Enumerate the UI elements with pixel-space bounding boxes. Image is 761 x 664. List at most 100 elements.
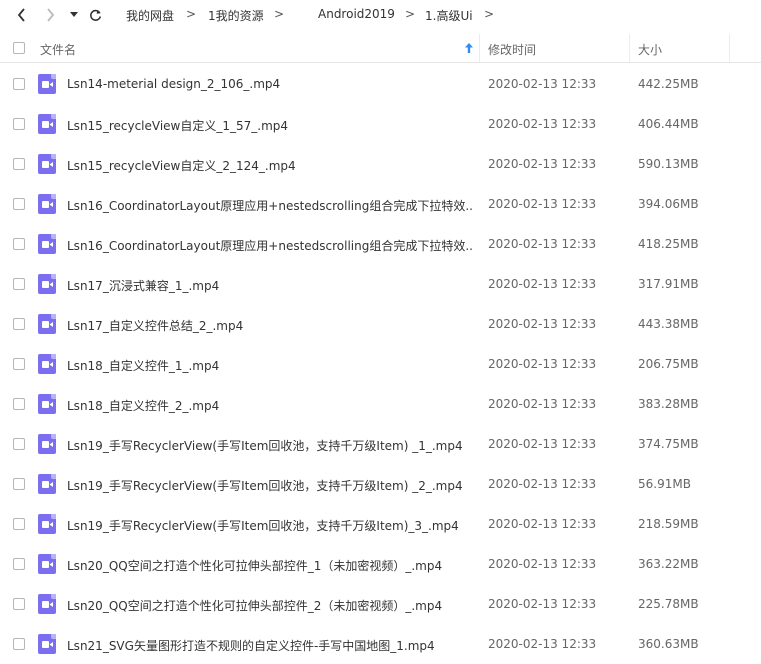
breadcrumb-item[interactable]: 我的网盘 bbox=[126, 7, 174, 24]
history-dropdown-button[interactable] bbox=[68, 0, 80, 30]
forward-button[interactable] bbox=[42, 0, 58, 30]
file-size: 206.75MB bbox=[638, 357, 699, 371]
chevron-right-icon bbox=[46, 8, 54, 22]
file-size: 590.13MB bbox=[638, 157, 699, 171]
file-row[interactable]: Lsn19_手写RecyclerView(手写Item回收池，支持千万级Item… bbox=[0, 504, 761, 544]
file-name[interactable]: Lsn15_recycleView自定义_1_57_.mp4 bbox=[67, 117, 472, 134]
video-file-icon bbox=[38, 554, 56, 574]
chevron-left-icon bbox=[17, 8, 25, 22]
file-modified-time: 2020-02-13 12:33 bbox=[488, 437, 597, 451]
file-modified-time: 2020-02-13 12:33 bbox=[488, 477, 597, 491]
file-row[interactable]: Lsn16_CoordinatorLayout原理应用+nestedscroll… bbox=[0, 184, 761, 224]
row-checkbox[interactable] bbox=[13, 198, 25, 210]
row-checkbox[interactable] bbox=[13, 358, 25, 370]
column-header-name[interactable]: 文件名 bbox=[40, 41, 76, 58]
file-name[interactable]: Lsn17_沉浸式兼容_1_.mp4 bbox=[67, 277, 472, 294]
video-file-icon bbox=[38, 394, 56, 414]
file-row[interactable]: Lsn20_QQ空间之打造个性化可拉伸头部控件_1（未加密视频）_.mp4 202… bbox=[0, 544, 761, 584]
file-name[interactable]: Lsn14-meterial design_2_106_.mp4 bbox=[67, 77, 472, 91]
file-name[interactable]: Lsn20_QQ空间之打造个性化可拉伸头部控件_1（未加密视频）_.mp4 bbox=[67, 557, 472, 574]
row-checkbox[interactable] bbox=[13, 78, 25, 90]
video-file-icon bbox=[38, 194, 56, 214]
file-row[interactable]: Lsn19_手写RecyclerView(手写Item回收池，支持千万级Item… bbox=[0, 464, 761, 504]
video-file-icon bbox=[38, 354, 56, 374]
file-size: 360.63MB bbox=[638, 637, 699, 651]
column-header-size[interactable]: 大小 bbox=[638, 41, 662, 58]
refresh-icon bbox=[89, 9, 101, 21]
file-size: 443.38MB bbox=[638, 317, 699, 331]
select-all-checkbox[interactable] bbox=[13, 42, 25, 54]
video-file-icon bbox=[38, 474, 56, 494]
column-divider[interactable] bbox=[629, 34, 630, 62]
file-size: 442.25MB bbox=[638, 77, 699, 91]
breadcrumb-item[interactable]: 1.高级Ui bbox=[425, 7, 473, 24]
file-name[interactable]: Lsn21_SVG矢量图形打造不规则的自定义控件-手写中国地图_1.mp4 bbox=[67, 637, 472, 654]
file-row[interactable]: Lsn18_自定义控件_2_.mp4 2020-02-13 12:33 383.28… bbox=[0, 384, 761, 424]
file-modified-time: 2020-02-13 12:33 bbox=[488, 117, 597, 131]
file-modified-time: 2020-02-13 12:33 bbox=[488, 557, 597, 571]
toolbar: 我的网盘 > 1我的资源 > Android2019 > 1.高级Ui > bbox=[0, 0, 761, 30]
row-checkbox[interactable] bbox=[13, 398, 25, 410]
row-checkbox[interactable] bbox=[13, 478, 25, 490]
file-row[interactable]: Lsn14-meterial design_2_106_.mp4 2020-02-… bbox=[0, 64, 761, 104]
row-checkbox[interactable] bbox=[13, 638, 25, 650]
breadcrumb-item[interactable]: 1我的资源 bbox=[208, 7, 264, 24]
video-file-icon bbox=[38, 634, 56, 654]
row-checkbox[interactable] bbox=[13, 118, 25, 130]
file-modified-time: 2020-02-13 12:33 bbox=[488, 157, 597, 171]
file-row[interactable]: Lsn17_沉浸式兼容_1_.mp4 2020-02-13 12:33 317.91… bbox=[0, 264, 761, 304]
file-row[interactable]: Lsn17_自定义控件总结_2_.mp4 2020-02-13 12:33 443.… bbox=[0, 304, 761, 344]
row-checkbox[interactable] bbox=[13, 158, 25, 170]
file-name[interactable]: Lsn18_自定义控件_2_.mp4 bbox=[67, 397, 472, 414]
file-name[interactable]: Lsn19_手写RecyclerView(手写Item回收池，支持千万级Item… bbox=[67, 477, 472, 494]
file-size: 406.44MB bbox=[638, 117, 699, 131]
file-row[interactable]: Lsn16_CoordinatorLayout原理应用+nestedscroll… bbox=[0, 224, 761, 264]
column-divider[interactable] bbox=[479, 34, 480, 62]
file-size: 218.59MB bbox=[638, 517, 699, 531]
file-row[interactable]: Lsn19_手写RecyclerView(手写Item回收池，支持千万级Item… bbox=[0, 424, 761, 464]
file-modified-time: 2020-02-13 12:33 bbox=[488, 637, 597, 651]
file-row[interactable]: Lsn15_recycleView自定义_2_124_.mp4 2020-02-1… bbox=[0, 144, 761, 184]
file-modified-time: 2020-02-13 12:33 bbox=[488, 277, 597, 291]
back-button[interactable] bbox=[13, 0, 29, 30]
video-file-icon bbox=[38, 74, 56, 94]
file-name[interactable]: Lsn16_CoordinatorLayout原理应用+nestedscroll… bbox=[67, 197, 472, 214]
file-modified-time: 2020-02-13 12:33 bbox=[488, 237, 597, 251]
file-row[interactable]: Lsn20_QQ空间之打造个性化可拉伸头部控件_2（未加密视频）_.mp4 202… bbox=[0, 584, 761, 624]
file-name[interactable]: Lsn20_QQ空间之打造个性化可拉伸头部控件_2（未加密视频）_.mp4 bbox=[67, 597, 472, 614]
column-divider[interactable] bbox=[729, 34, 730, 62]
file-name[interactable]: Lsn19_手写RecyclerView(手写Item回收池，支持千万级Item… bbox=[67, 437, 472, 454]
breadcrumb-item[interactable]: Android2019 bbox=[318, 7, 395, 21]
file-modified-time: 2020-02-13 12:33 bbox=[488, 397, 597, 411]
video-file-icon bbox=[38, 314, 56, 334]
row-checkbox[interactable] bbox=[13, 238, 25, 250]
breadcrumb-separator: > bbox=[274, 7, 285, 21]
file-row[interactable]: Lsn15_recycleView自定义_1_57_.mp4 2020-02-13… bbox=[0, 104, 761, 144]
file-size: 418.25MB bbox=[638, 237, 699, 251]
file-row[interactable]: Lsn18_自定义控件_1_.mp4 2020-02-13 12:33 206.75… bbox=[0, 344, 761, 384]
video-file-icon bbox=[38, 154, 56, 174]
file-name[interactable]: Lsn17_自定义控件总结_2_.mp4 bbox=[67, 317, 472, 334]
file-size: 56.91MB bbox=[638, 477, 691, 491]
sort-up-arrow-icon[interactable] bbox=[465, 43, 473, 53]
file-name[interactable]: Lsn16_CoordinatorLayout原理应用+nestedscroll… bbox=[67, 237, 472, 254]
row-checkbox[interactable] bbox=[13, 438, 25, 450]
refresh-button[interactable] bbox=[86, 0, 104, 30]
video-file-icon bbox=[38, 594, 56, 614]
column-header-modified[interactable]: 修改时间 bbox=[488, 41, 536, 58]
row-checkbox[interactable] bbox=[13, 518, 25, 530]
file-size: 394.06MB bbox=[638, 197, 699, 211]
file-name[interactable]: Lsn18_自定义控件_1_.mp4 bbox=[67, 357, 472, 374]
video-file-icon bbox=[38, 434, 56, 454]
file-modified-time: 2020-02-13 12:33 bbox=[488, 317, 597, 331]
file-name[interactable]: Lsn19_手写RecyclerView(手写Item回收池，支持千万级Item… bbox=[67, 517, 472, 534]
row-checkbox[interactable] bbox=[13, 558, 25, 570]
row-checkbox[interactable] bbox=[13, 278, 25, 290]
row-checkbox[interactable] bbox=[13, 318, 25, 330]
file-row[interactable]: Lsn21_SVG矢量图形打造不规则的自定义控件-手写中国地图_1.mp4 202… bbox=[0, 624, 761, 664]
row-checkbox[interactable] bbox=[13, 598, 25, 610]
file-size: 363.22MB bbox=[638, 557, 699, 571]
file-name[interactable]: Lsn15_recycleView自定义_2_124_.mp4 bbox=[67, 157, 472, 174]
file-list-header: 文件名 修改时间 大小 bbox=[0, 34, 761, 63]
file-modified-time: 2020-02-13 12:33 bbox=[488, 197, 597, 211]
